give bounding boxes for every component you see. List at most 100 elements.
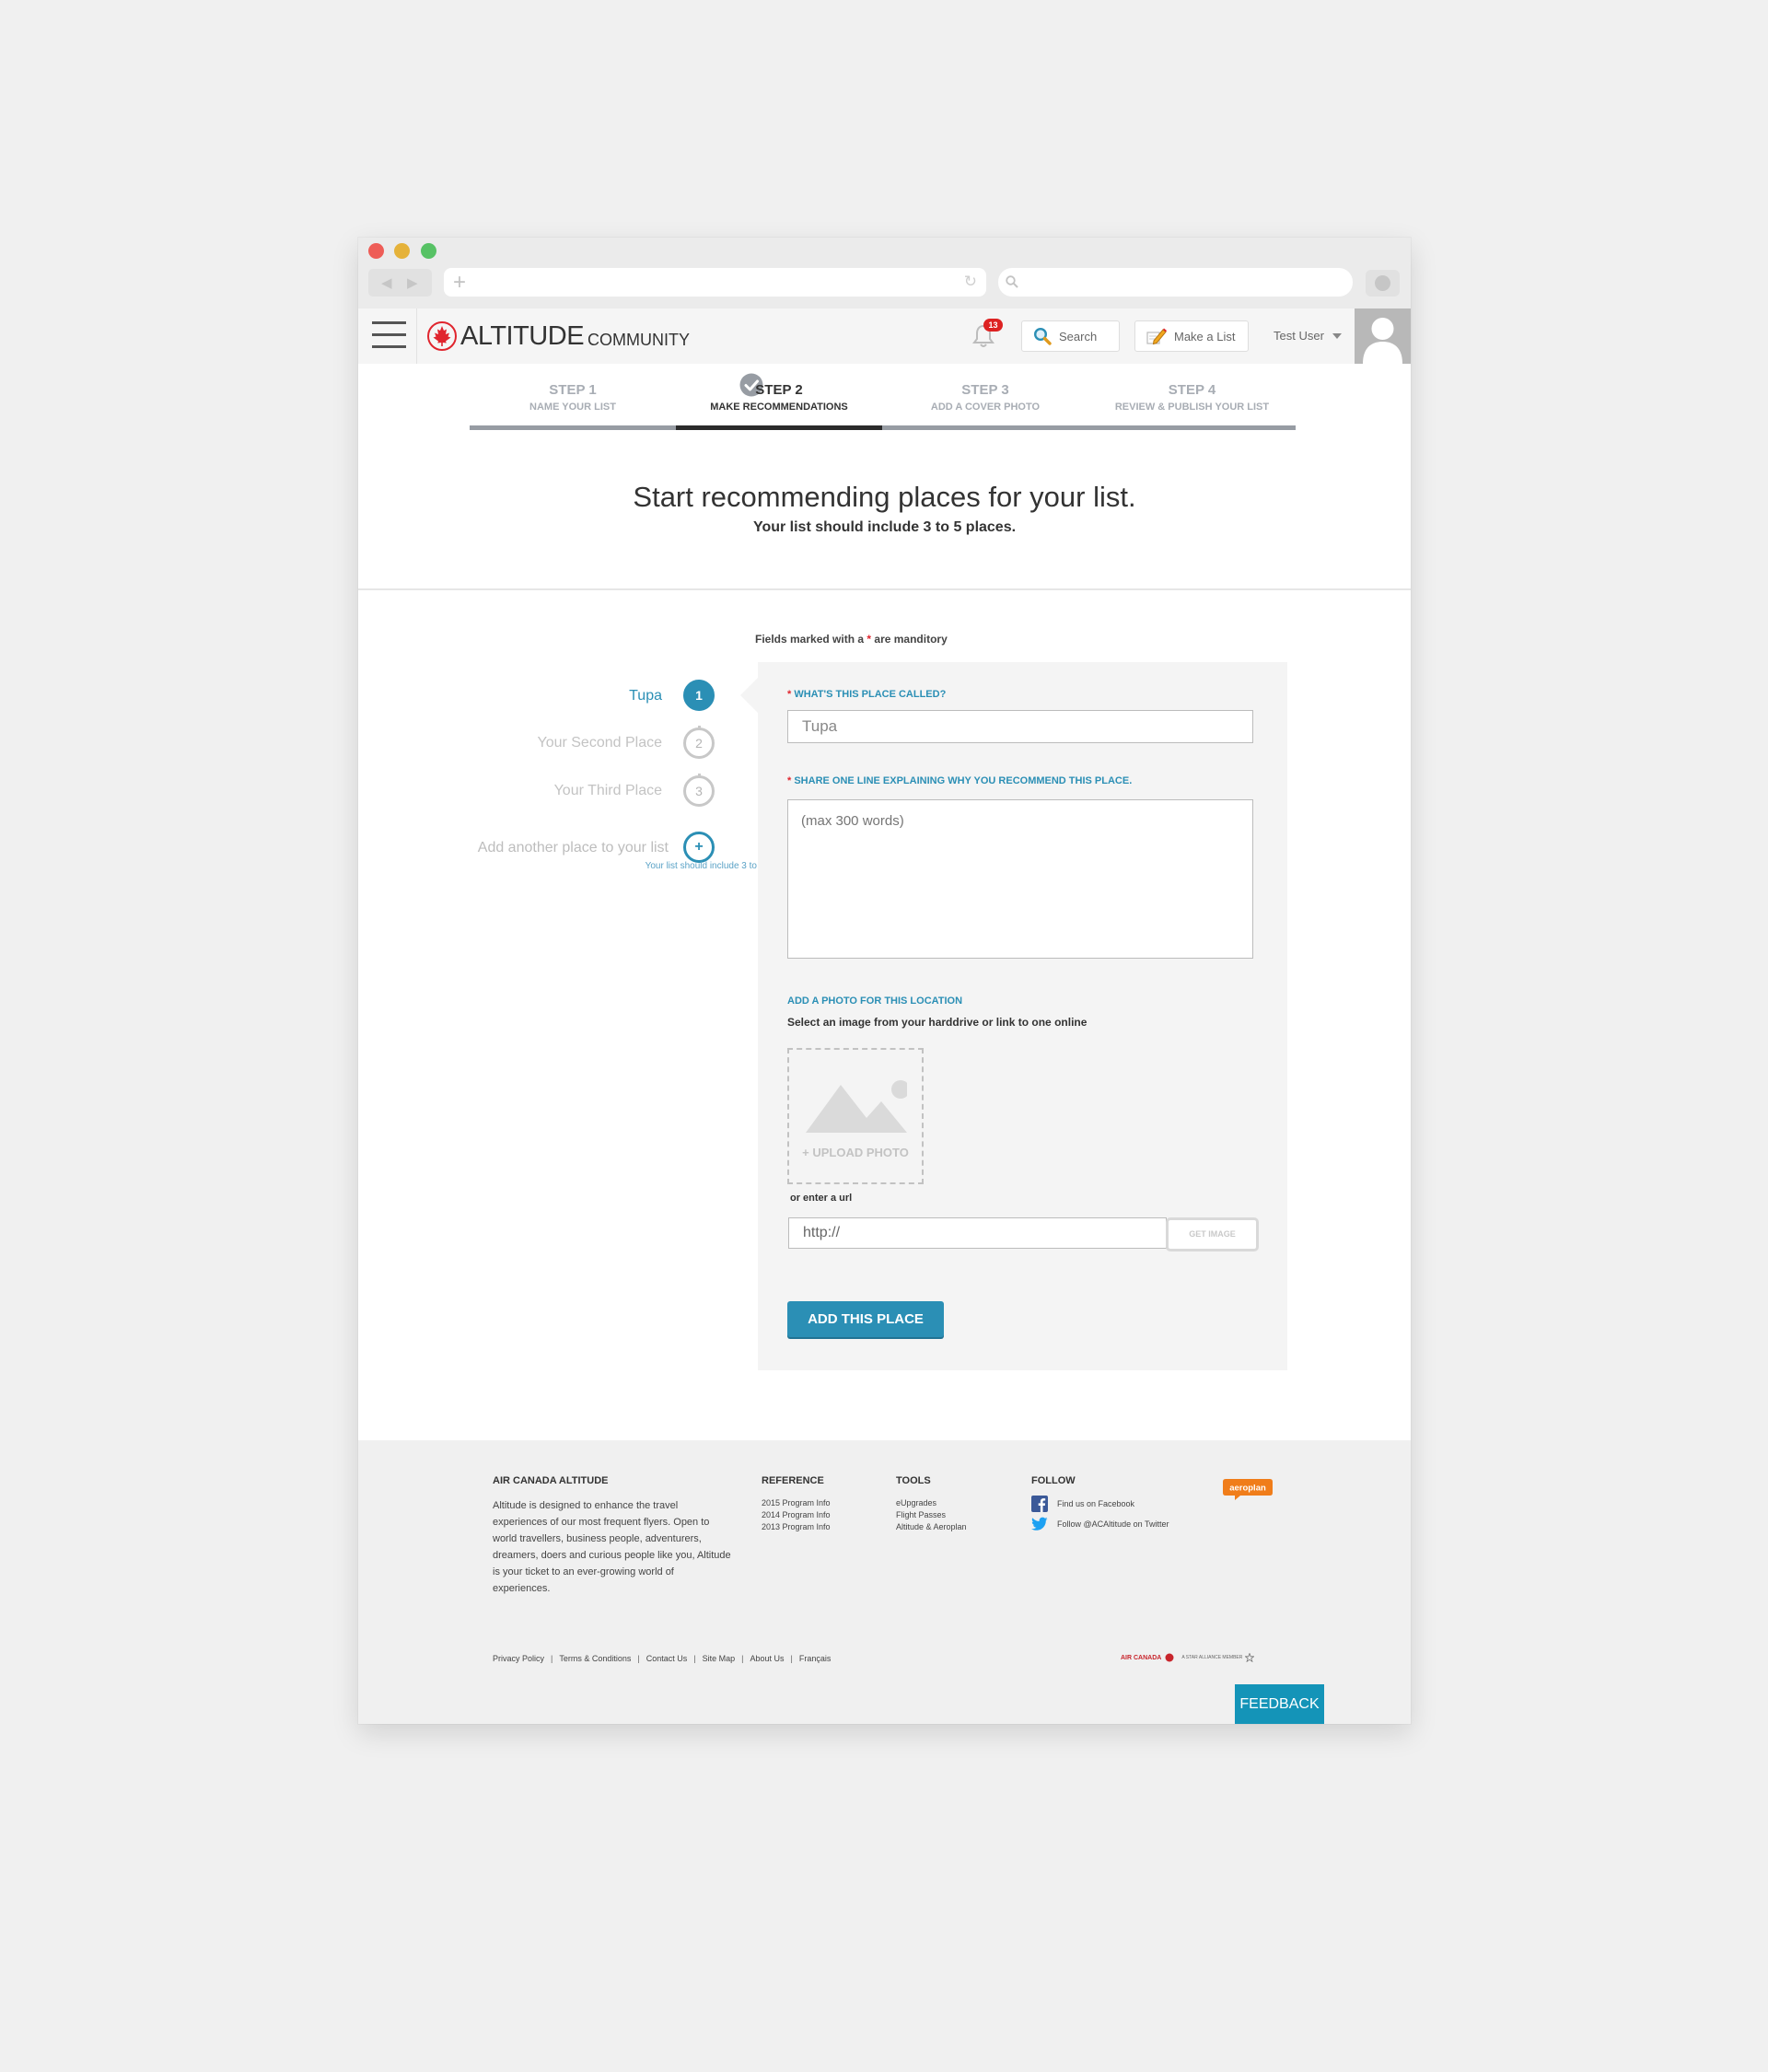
place-step-circle[interactable]: 2 <box>683 728 715 759</box>
photo-help-text: Select an image from your harddrive or l… <box>787 1016 1088 1029</box>
place-step-circle[interactable]: 1 <box>683 680 715 711</box>
make-list-label: Make a List <box>1174 329 1236 343</box>
new-tab-icon[interactable]: + <box>453 270 466 296</box>
forward-arrow-icon[interactable]: ▶ <box>407 274 418 291</box>
place-step-circle[interactable]: 3 <box>683 775 715 807</box>
step-4-tab[interactable]: STEP 4 REVIEW & PUBLISH YOUR LIST <box>1088 364 1296 434</box>
mandatory-note-prefix: Fields marked with a <box>755 633 865 646</box>
url-help-text: or enter a url <box>790 1193 853 1204</box>
address-bar[interactable]: + ↻ <box>444 268 986 297</box>
back-arrow-icon[interactable]: ◀ <box>381 274 392 291</box>
maximize-window-icon[interactable] <box>421 243 436 259</box>
footer-link[interactable]: 2014 Program Info <box>762 1509 831 1521</box>
step-number: STEP 1 <box>549 382 597 398</box>
footer-tools-heading: TOOLS <box>896 1475 931 1486</box>
make-list-button[interactable]: Make a List <box>1134 320 1249 352</box>
footer-link[interactable]: 2015 Program Info <box>762 1497 831 1509</box>
step-description: ADD A COVER PHOTO <box>930 402 1041 413</box>
place-name-input[interactable] <box>787 710 1253 743</box>
step-3-tab[interactable]: STEP 3 ADD A COVER PHOTO <box>882 364 1088 434</box>
minimize-window-icon[interactable] <box>394 243 410 259</box>
twitter-icon <box>1031 1517 1048 1531</box>
mandatory-note-suffix: are manditory <box>874 633 948 646</box>
recommendation-label-text: SHARE ONE LINE EXPLAINING WHY YOU RECOMM… <box>794 775 1133 786</box>
step-2-tab[interactable]: STEP 2 MAKE RECOMMENDATIONS <box>676 364 882 434</box>
facebook-label: Find us on Facebook <box>1057 1499 1135 1508</box>
browser-nav-buttons: ◀ ▶ <box>368 269 432 297</box>
site-map-link[interactable]: Site Map <box>703 1654 736 1663</box>
footer-tools-links: eUpgrades Flight Passes Altitude & Aerop… <box>896 1497 967 1533</box>
step-1-tab[interactable]: STEP 1 NAME YOUR LIST <box>470 364 763 434</box>
user-silhouette-icon <box>1363 318 1402 364</box>
step-description: REVIEW & PUBLISH YOUR LIST <box>1114 402 1270 413</box>
add-place-icon[interactable]: + <box>683 832 715 863</box>
place-item-label[interactable]: Your Second Place <box>386 735 662 751</box>
required-star: * <box>787 689 792 700</box>
place-name-label: * WHAT'S THIS PLACE CALLED? <box>787 689 946 700</box>
privacy-policy-link[interactable]: Privacy Policy <box>493 1654 544 1663</box>
page-title: Start recommending places for your list. <box>633 481 1136 513</box>
aeroplan-logo-text: aeroplan <box>1229 1484 1266 1494</box>
close-window-icon[interactable] <box>368 243 384 259</box>
logo-sub-text: COMMUNITY <box>587 330 691 349</box>
francais-link[interactable]: Français <box>799 1654 832 1663</box>
app-header: ALTITUDE COMMUNITY 13 Search Make a List <box>358 308 1411 364</box>
contact-link[interactable]: Contact Us <box>646 1654 688 1663</box>
upload-photo-label: + UPLOAD PHOTO <box>802 1146 909 1159</box>
footer-follow-heading: FOLLOW <box>1031 1475 1076 1486</box>
star-alliance-icon <box>1245 1653 1255 1662</box>
facebook-link[interactable]: Find us on Facebook <box>1031 1496 1134 1512</box>
user-menu[interactable]: Test User <box>1274 329 1324 343</box>
add-another-place-link[interactable]: Add another place to your list <box>392 840 669 856</box>
pencil-paper-icon <box>1146 328 1167 345</box>
step-bar <box>882 425 1088 430</box>
aeroplan-logo[interactable]: aeroplan <box>1222 1477 1274 1501</box>
step-number: STEP 3 <box>961 382 1009 398</box>
facebook-icon <box>1031 1496 1048 1512</box>
step-bar <box>1088 425 1296 430</box>
menu-icon[interactable] <box>372 320 406 349</box>
panel-pointer <box>740 678 758 713</box>
search-button-label: Search <box>1059 329 1098 343</box>
footer-about-heading: AIR CANADA ALTITUDE <box>493 1475 609 1486</box>
step-number: STEP 4 <box>1168 382 1216 398</box>
link-separator: | <box>637 1654 640 1663</box>
add-this-place-button[interactable]: ADD THIS PLACE <box>787 1301 944 1337</box>
browser-window: ◀ ▶ + ↻ ALTITUDE COMMUNITY 13 Search Mak… <box>358 238 1411 1724</box>
footer-about-text: Altitude is designed to enhance the trav… <box>493 1500 731 1594</box>
about-us-link[interactable]: About Us <box>750 1654 784 1663</box>
step-description: MAKE RECOMMENDATIONS <box>710 402 848 413</box>
chevron-down-icon[interactable] <box>1332 333 1342 339</box>
required-star: * <box>787 775 792 786</box>
altitude-logo[interactable]: ALTITUDE COMMUNITY <box>427 320 690 352</box>
terms-link[interactable]: Terms & Conditions <box>559 1654 631 1663</box>
place-item-label[interactable]: Your Third Place <box>386 783 662 799</box>
step-number: STEP 2 <box>755 382 803 398</box>
browser-search-bar[interactable] <box>998 268 1353 297</box>
upload-photo-dropzone[interactable]: + UPLOAD PHOTO <box>787 1048 924 1184</box>
image-url-input[interactable] <box>788 1217 1167 1249</box>
reload-icon[interactable]: ↻ <box>964 273 977 291</box>
step-bar <box>676 425 882 430</box>
header-search-button[interactable]: Search <box>1021 320 1120 352</box>
feedback-button[interactable]: FEEDBACK <box>1235 1684 1324 1724</box>
avatar[interactable] <box>1355 308 1411 364</box>
browser-extension-button[interactable] <box>1366 270 1400 297</box>
recommendation-textarea[interactable] <box>787 799 1253 959</box>
recommendation-label: * SHARE ONE LINE EXPLAINING WHY YOU RECO… <box>787 775 1132 786</box>
notification-badge: 13 <box>983 319 1003 332</box>
footer-link[interactable]: Flight Passes <box>896 1509 967 1521</box>
page-subtitle: Your list should include 3 to 5 places. <box>752 519 1017 535</box>
star-alliance-text: A STAR ALLIANCE MEMBER <box>1181 1655 1243 1660</box>
place-item-label[interactable]: Tupa <box>386 688 662 704</box>
twitter-link[interactable]: Follow @ACAltitude on Twitter <box>1031 1517 1169 1531</box>
photo-section-label: ADD A PHOTO FOR THIS LOCATION <box>787 995 963 1007</box>
air-canada-maple-icon <box>1165 1653 1174 1662</box>
mandatory-note: Fields marked with a * are manditory <box>755 633 948 646</box>
footer-link[interactable]: 2013 Program Info <box>762 1521 831 1533</box>
footer-link[interactable]: eUpgrades <box>896 1497 967 1509</box>
step-description: NAME YOUR LIST <box>529 402 616 413</box>
footer-link[interactable]: Altitude & Aeroplan <box>896 1521 967 1533</box>
required-star: * <box>867 633 872 646</box>
get-image-button[interactable]: GET IMAGE <box>1166 1217 1259 1251</box>
